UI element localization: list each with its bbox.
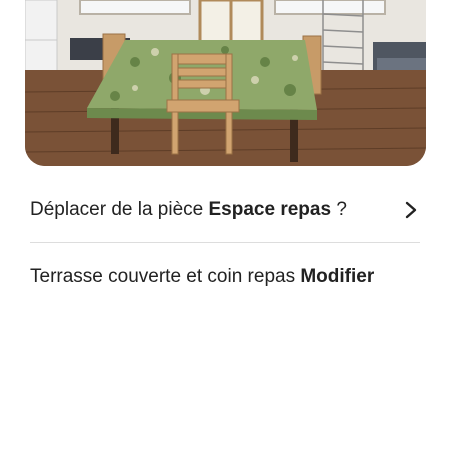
dining-room-photo[interactable]	[25, 0, 426, 166]
room-type-label: Terrasse couverte et coin repas	[30, 266, 296, 287]
section-divider	[30, 242, 420, 243]
room-type-row: Terrasse couverte et coin repas Modifier	[30, 257, 430, 297]
dining-room-illustration	[25, 0, 426, 166]
room-detail-page: Déplacer de la pièce Espace repas ? Terr…	[0, 0, 450, 450]
edit-room-link[interactable]: Modifier	[300, 266, 374, 287]
move-room-prefix: Déplacer de la pièce	[30, 199, 204, 220]
chevron-right-icon[interactable]	[404, 200, 418, 220]
move-room-suffix: ?	[336, 199, 347, 220]
move-room-row[interactable]: Déplacer de la pièce Espace repas ?	[30, 190, 422, 230]
move-room-text: Déplacer de la pièce Espace repas ?	[30, 190, 347, 230]
move-room-name: Espace repas	[208, 199, 332, 220]
